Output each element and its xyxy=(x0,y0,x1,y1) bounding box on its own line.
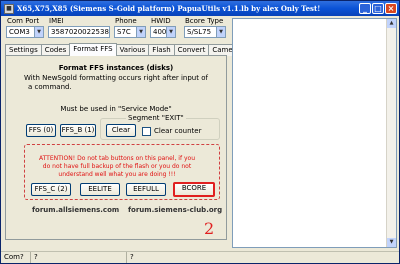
scroll-down-icon[interactable]: ▼ xyxy=(387,238,396,247)
bcore-type-label: Bcore Type xyxy=(185,17,224,25)
chevron-down-icon[interactable]: ▼ xyxy=(216,27,225,37)
eelite-button[interactable]: EELITE xyxy=(80,183,120,196)
window-title: X65,X75,X85 (Siemens S-Gold platform) Pa… xyxy=(17,4,321,13)
maximize-icon[interactable]: □ xyxy=(372,3,384,14)
panel-subtitle-line1: With NewSgold formatting occurs right af… xyxy=(24,74,208,82)
com-port-select[interactable]: COM3 ▼ xyxy=(6,26,44,38)
ffs-0-button[interactable]: FFS (0) xyxy=(26,124,56,137)
phone-label: Phone xyxy=(115,17,137,25)
phone-value: S7C xyxy=(117,28,131,36)
imei-field[interactable]: 358702002253889 xyxy=(48,26,110,38)
eefull-button[interactable]: EEFULL xyxy=(126,183,166,196)
imei-value: 358702002253889 xyxy=(51,28,109,36)
panel-subtitle-line2: a command. xyxy=(28,83,72,91)
imei-label: IMEI xyxy=(49,17,64,25)
hwid-label: HWID xyxy=(151,17,171,25)
scroll-up-icon[interactable]: ▲ xyxy=(387,19,396,28)
forum-siemens-club-link[interactable]: forum.siemens-club.org xyxy=(128,206,222,214)
status-bar: Com? ? ? xyxy=(1,251,399,263)
bcore-type-value: S/SL75 xyxy=(187,28,212,36)
tab-format-ffs[interactable]: Format FFS xyxy=(69,43,117,56)
forum-allsiemens-link[interactable]: forum.allsiemens.com xyxy=(32,206,119,214)
app-window: ■ X65,X75,X85 (Siemens S-Gold platform) … xyxy=(0,0,400,264)
log-pane[interactable]: ▲ ▼ xyxy=(232,18,397,248)
close-icon[interactable]: × xyxy=(385,3,397,14)
warning-line1: ATTENTION! Do not tab buttons on this pa… xyxy=(38,155,195,162)
service-mode-note: Must be used in "Service Mode" xyxy=(60,105,172,113)
minimize-icon[interactable]: _ xyxy=(359,3,371,14)
chevron-down-icon[interactable]: ▼ xyxy=(166,27,175,37)
chevron-down-icon[interactable]: ▼ xyxy=(34,27,43,37)
hwid-value: 400 xyxy=(153,28,167,36)
warning-line3: understand well what you are doing !!! xyxy=(58,171,176,178)
status-cell-3: ? xyxy=(130,253,134,261)
warning-line2: do not have full backup of the flash or … xyxy=(42,163,192,170)
com-port-label: Com Port xyxy=(7,17,40,25)
com-port-value: COM3 xyxy=(9,28,30,36)
ffs-b-1-button[interactable]: FFS_B (1) xyxy=(60,124,96,137)
status-cell-2: ? xyxy=(31,252,127,263)
segment-exit-title: Segment "EXIT" xyxy=(126,114,186,122)
title-bar: ■ X65,X75,X85 (Siemens S-Gold platform) … xyxy=(1,1,399,16)
ffs-c-2-button[interactable]: FFS_C (2) xyxy=(31,183,71,196)
clear-counter-label: Clear counter xyxy=(154,127,202,135)
app-icon: ■ xyxy=(4,3,14,14)
chevron-down-icon[interactable]: ▼ xyxy=(136,27,145,37)
format-ffs-panel: Format FFS instances (disks) With NewSgo… xyxy=(5,55,227,240)
phone-select[interactable]: S7C ▼ xyxy=(114,26,146,38)
clear-button[interactable]: Clear xyxy=(106,124,136,137)
hwid-select[interactable]: 400 ▼ xyxy=(150,26,176,38)
clear-counter-checkbox[interactable] xyxy=(142,127,151,136)
bcore-button[interactable]: BCORE xyxy=(173,182,215,197)
status-cell-com: Com? xyxy=(1,252,31,263)
annotation-number: 2 xyxy=(204,219,215,238)
bcore-type-select[interactable]: S/SL75 ▼ xyxy=(184,26,226,38)
log-scrollbar[interactable]: ▲ ▼ xyxy=(386,19,396,247)
panel-title: Format FFS instances (disks) xyxy=(58,64,174,72)
